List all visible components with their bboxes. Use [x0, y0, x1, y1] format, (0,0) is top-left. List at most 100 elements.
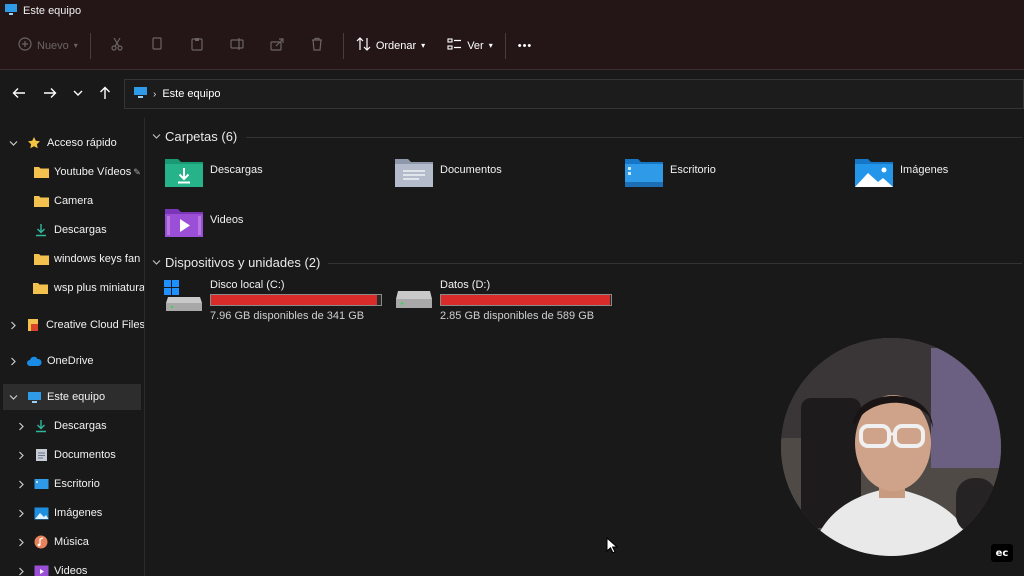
chevron-right-icon — [14, 477, 28, 491]
more-options-label: ••• — [517, 39, 533, 52]
folder-tile[interactable]: Descargas — [164, 156, 384, 200]
trash-icon — [310, 37, 324, 54]
sidebar-item-label: Youtube Vídeos — [54, 166, 132, 178]
arrow-left-icon — [12, 87, 26, 102]
up-button[interactable] — [95, 84, 115, 104]
pictures-folder-icon — [854, 156, 894, 192]
folder-name: Videos — [210, 214, 244, 226]
forward-button[interactable] — [40, 84, 60, 104]
recent-locations-button[interactable] — [68, 84, 88, 104]
sidebar-item-youtube-videos[interactable]: Youtube Vídeos ✎ — [0, 159, 144, 185]
chevron-right-icon — [14, 506, 28, 520]
toolbar-divider — [504, 32, 506, 59]
sidebar-item-pc-pictures[interactable]: Imágenes — [0, 500, 144, 526]
videos-folder-icon — [164, 206, 204, 242]
folder-tile[interactable]: Documentos — [394, 156, 614, 200]
more-options-button[interactable]: ••• — [512, 31, 539, 61]
sort-arrows-icon — [356, 37, 371, 54]
sidebar-item-label: wsp plus miniatura — [53, 282, 145, 294]
folder-name: Documentos — [440, 164, 502, 176]
rename-button[interactable] — [217, 31, 257, 61]
pc-icon — [133, 86, 148, 102]
hard-drive-icon — [394, 279, 434, 315]
chevron-down-icon — [6, 136, 20, 150]
drive-free-space: 2.85 GB disponibles de 589 GB — [440, 310, 595, 322]
drive-name: Datos (D:) — [440, 279, 491, 291]
sort-button[interactable]: Ordenar ▾ — [350, 31, 431, 61]
pin-icon: ✎ — [133, 166, 141, 177]
chevron-down-icon: ▾ — [73, 41, 78, 50]
folder-name: Imágenes — [900, 164, 949, 176]
creative-cloud-icon — [26, 317, 41, 333]
documents-icon — [33, 447, 49, 463]
new-button[interactable]: Nuevo ▾ — [12, 31, 84, 61]
folder-icon — [33, 280, 49, 296]
share-button[interactable] — [257, 31, 297, 61]
new-button-label: Nuevo — [37, 39, 69, 52]
sidebar-item-creative-cloud-files[interactable]: Creative Cloud Files — [0, 312, 144, 338]
folder-icon — [33, 193, 49, 209]
sidebar-item-label: Descargas — [54, 224, 107, 236]
group-header-folders[interactable]: Carpetas (6) — [150, 129, 237, 144]
navigation-pane: Acceso rápido Youtube Vídeos ✎ Camera De… — [0, 118, 145, 576]
downloads-folder-icon — [164, 156, 204, 192]
arrow-right-icon — [43, 87, 57, 102]
delete-button[interactable] — [297, 31, 337, 61]
sidebar-item-este-equipo[interactable]: Este equipo — [3, 384, 141, 410]
sidebar-item-label: OneDrive — [47, 355, 94, 367]
back-button[interactable] — [9, 84, 29, 104]
sidebar-item-downloads[interactable]: Descargas — [0, 217, 144, 243]
chevron-right-icon — [14, 448, 28, 462]
sidebar-item-pc-documents[interactable]: Documentos — [0, 442, 144, 468]
cut-button[interactable] — [97, 31, 137, 61]
plus-circle-icon — [18, 37, 32, 54]
group-divider — [328, 263, 1022, 264]
drive-usage-bar — [440, 294, 612, 306]
command-bar: Nuevo ▾ Ordenar ▾ Ver ▾ ••• — [0, 22, 1024, 70]
view-button-label: Ver — [467, 39, 484, 52]
view-button[interactable]: Ver ▾ — [441, 31, 499, 61]
pictures-icon — [33, 505, 49, 521]
pc-icon — [26, 389, 42, 405]
group-header-devices[interactable]: Dispositivos y unidades (2) — [150, 255, 320, 270]
clipboard-icon — [190, 37, 204, 54]
drive-tile-c[interactable]: Disco local (C:) 7.96 GB disponibles de … — [164, 279, 394, 329]
rename-icon — [230, 37, 244, 54]
breadcrumb-este-equipo[interactable]: Este equipo — [162, 88, 220, 100]
sidebar-item-pc-music[interactable]: Música — [0, 529, 144, 555]
sidebar-item-label: Escritorio — [54, 478, 100, 490]
address-row: › Este equipo — [0, 70, 1024, 118]
arrow-up-icon — [99, 86, 111, 103]
drive-tile-d[interactable]: Datos (D:) 2.85 GB disponibles de 589 GB — [394, 279, 624, 329]
breadcrumb-separator-icon: › — [153, 88, 157, 100]
folder-tile[interactable]: Imágenes — [854, 156, 1024, 200]
desktop-icon — [33, 476, 49, 492]
sidebar-item-label: Videos — [54, 565, 88, 576]
star-icon — [26, 135, 42, 151]
folder-tile[interactable]: Videos — [164, 206, 384, 250]
folder-tile[interactable]: Escritorio — [624, 156, 844, 200]
sidebar-item-windows-keys-fan[interactable]: windows keys fan — [0, 246, 144, 272]
sort-button-label: Ordenar — [375, 39, 417, 52]
title-bar: Este equipo — [0, 0, 1024, 22]
chevron-down-icon — [150, 131, 162, 143]
sidebar-item-onedrive[interactable]: OneDrive — [0, 348, 144, 374]
sidebar-item-pc-downloads[interactable]: Descargas — [0, 413, 144, 439]
copy-button[interactable] — [137, 31, 177, 61]
chevron-down-icon — [6, 390, 20, 404]
address-bar[interactable]: › Este equipo — [124, 79, 1024, 109]
sidebar-item-label: Acceso rápido — [47, 137, 117, 149]
drive-name: Disco local (C:) — [210, 279, 285, 291]
paste-button[interactable] — [177, 31, 217, 61]
sidebar-item-wsp-plus-miniatura[interactable]: wsp plus miniatura — [0, 275, 145, 301]
sidebar-item-label: Este equipo — [47, 391, 106, 403]
sidebar-item-camera[interactable]: Camera — [0, 188, 144, 214]
sidebar-item-label: Imágenes — [54, 507, 103, 519]
sidebar-item-pc-videos[interactable]: Videos — [0, 558, 144, 576]
sidebar-item-label: windows keys fan — [54, 253, 141, 265]
sidebar-item-quick-access[interactable]: Acceso rápido — [0, 130, 144, 156]
channel-badge: ec — [991, 544, 1013, 562]
sidebar-item-label: Descargas — [54, 420, 107, 432]
sidebar-item-label: Música — [54, 536, 89, 548]
sidebar-item-pc-desktop[interactable]: Escritorio — [0, 471, 144, 497]
